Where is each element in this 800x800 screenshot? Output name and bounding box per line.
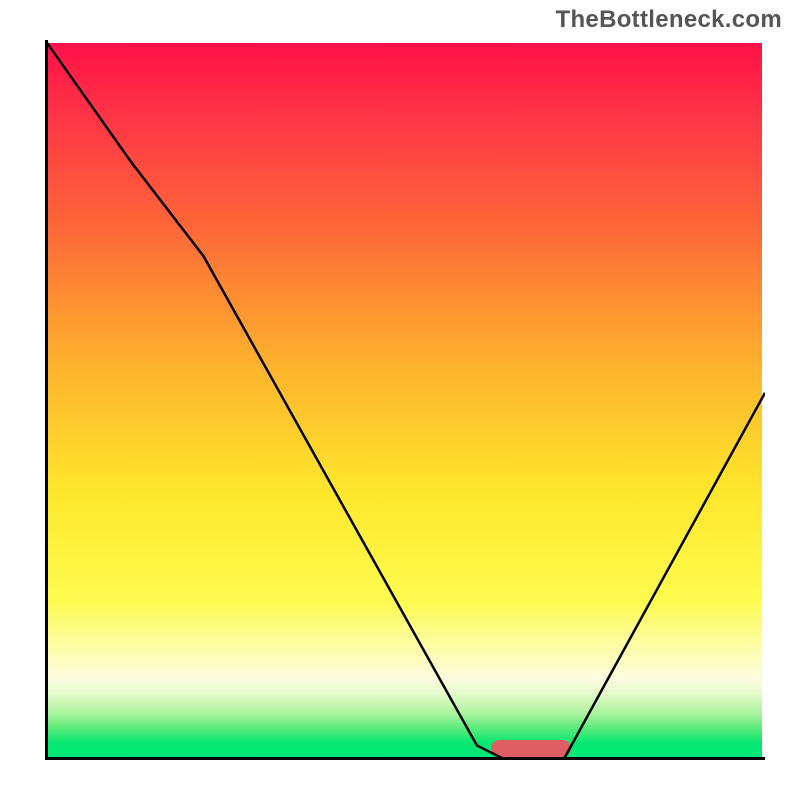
axis-bottom (45, 757, 765, 760)
watermark-label: TheBottleneck.com (556, 6, 782, 34)
chart-area (45, 40, 765, 760)
bottleneck-curve (45, 40, 765, 760)
axis-left (45, 40, 48, 760)
